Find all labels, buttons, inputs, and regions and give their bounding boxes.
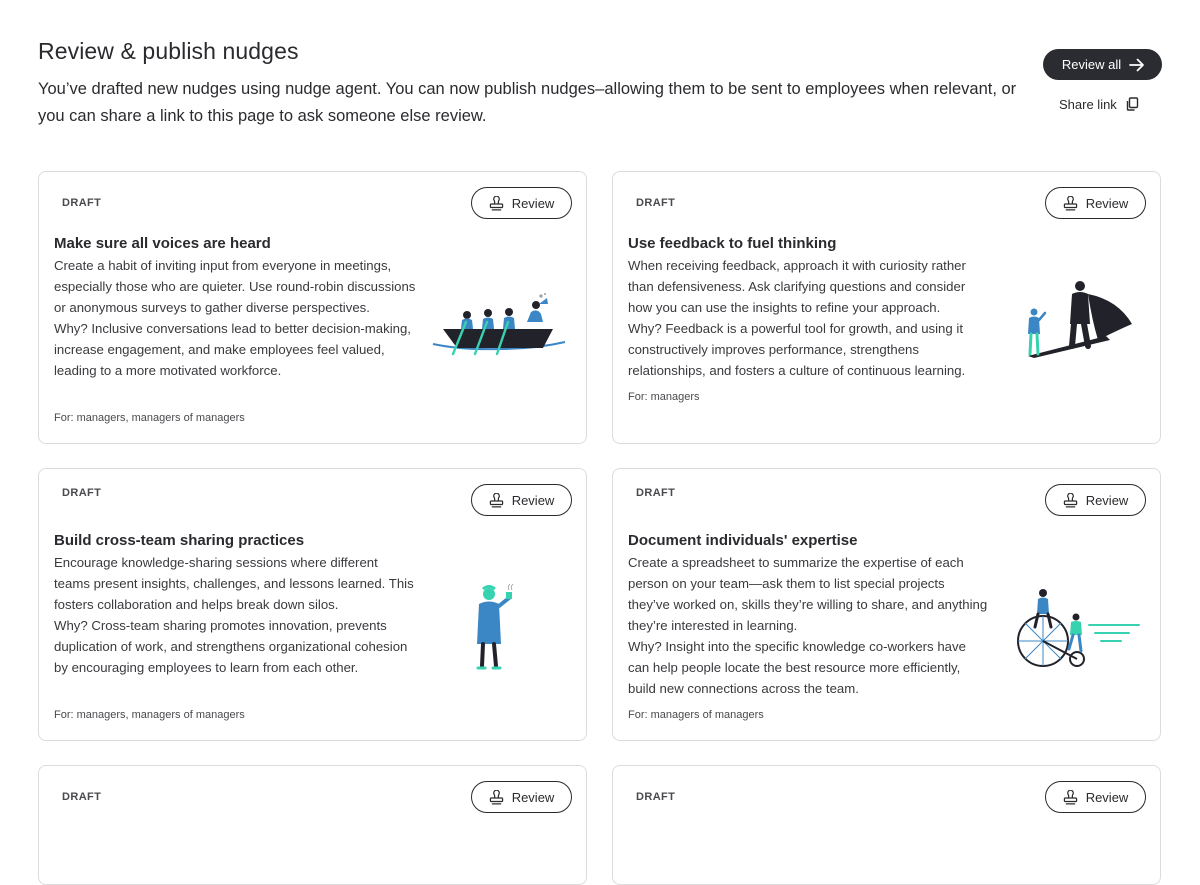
- nudge-audience: For: managers, managers of managers: [54, 412, 245, 424]
- stamp-icon: [1063, 492, 1077, 507]
- review-button[interactable]: Review: [471, 187, 572, 219]
- nudge-title: Make sure all voices are heard: [54, 235, 271, 252]
- nudge-why: Why? Feedback is a powerful tool for gro…: [628, 321, 966, 378]
- rowing-boat-team-illustration: [432, 293, 566, 356]
- stamp-icon: [489, 195, 503, 210]
- nudge-description: Create a spreadsheet to summarize the ex…: [628, 552, 990, 699]
- nudge-card: DRAFT Review: [612, 765, 1161, 885]
- nudge-title: Document individuals' expertise: [628, 532, 858, 549]
- nudge-body: Create a spreadsheet to summarize the ex…: [628, 555, 988, 633]
- stamp-icon: [1063, 789, 1077, 804]
- review-button[interactable]: Review: [471, 484, 572, 516]
- review-label: Review: [511, 789, 555, 805]
- draft-badge: DRAFT: [62, 791, 102, 803]
- draft-badge: DRAFT: [62, 487, 102, 499]
- nudge-card: DRAFT Review Make sure all voices are he…: [38, 171, 587, 444]
- nudge-body: When receiving feedback, approach it wit…: [628, 258, 966, 315]
- review-label: Review: [511, 492, 555, 508]
- review-label: Review: [1085, 492, 1129, 508]
- arrow-right-icon: [1129, 58, 1144, 71]
- review-label: Review: [511, 195, 555, 211]
- stamp-icon: [489, 789, 503, 804]
- review-label: Review: [1085, 789, 1129, 805]
- stamp-icon: [1063, 195, 1077, 210]
- nudge-card: DRAFT Review: [38, 765, 587, 885]
- share-link-button[interactable]: Share link: [1059, 94, 1139, 114]
- nudge-description: When receiving feedback, approach it wit…: [628, 255, 990, 381]
- nudge-title: Build cross-team sharing practices: [54, 532, 305, 549]
- review-label: Review: [1085, 195, 1129, 211]
- draft-badge: DRAFT: [62, 197, 102, 209]
- page-title: Review & publish nudges: [38, 38, 299, 64]
- nudge-title: Use feedback to fuel thinking: [628, 235, 837, 252]
- page-description: You’ve drafted new nudges using nudge ag…: [38, 80, 1017, 125]
- nudge-why: Why? Cross-team sharing promotes innovat…: [54, 618, 408, 675]
- review-button[interactable]: Review: [1045, 781, 1146, 813]
- nudge-audience: For: managers of managers: [628, 709, 764, 721]
- review-button[interactable]: Review: [1045, 187, 1146, 219]
- stamp-icon: [489, 492, 503, 507]
- draft-badge: DRAFT: [636, 197, 676, 209]
- hero-shadow-illustration: [1028, 281, 1132, 358]
- draft-badge: DRAFT: [636, 791, 676, 803]
- nudge-card: DRAFT Review Build cross-team sharing pr…: [38, 468, 587, 741]
- review-all-button[interactable]: Review all: [1043, 49, 1162, 80]
- nudge-card: DRAFT Review Document individuals' exper…: [612, 468, 1161, 741]
- review-all-label: Review all: [1061, 57, 1122, 72]
- nudge-audience: For: managers: [628, 391, 700, 403]
- nudge-why: Why? Insight into the specific knowledge…: [628, 639, 966, 696]
- nudge-body: Encourage knowledge-sharing sessions whe…: [54, 555, 414, 612]
- person-with-coffee-illustration: [476, 584, 514, 670]
- copy-icon: [1126, 97, 1139, 111]
- penny-farthing-riders-illustration: [1017, 589, 1140, 667]
- draft-badge: DRAFT: [636, 487, 676, 499]
- review-button[interactable]: Review: [1045, 484, 1146, 516]
- share-link-label: Share link: [1059, 96, 1117, 112]
- nudge-why: Why? Inclusive conversations lead to bet…: [54, 321, 411, 378]
- nudge-audience: For: managers, managers of managers: [54, 709, 245, 721]
- nudge-body: Create a habit of inviting input from ev…: [54, 258, 416, 315]
- nudge-description: Encourage knowledge-sharing sessions whe…: [54, 552, 416, 678]
- nudge-description: Create a habit of inviting input from ev…: [54, 255, 416, 381]
- nudge-card: DRAFT Review Use feedback to fuel thinki…: [612, 171, 1161, 444]
- review-button[interactable]: Review: [471, 781, 572, 813]
